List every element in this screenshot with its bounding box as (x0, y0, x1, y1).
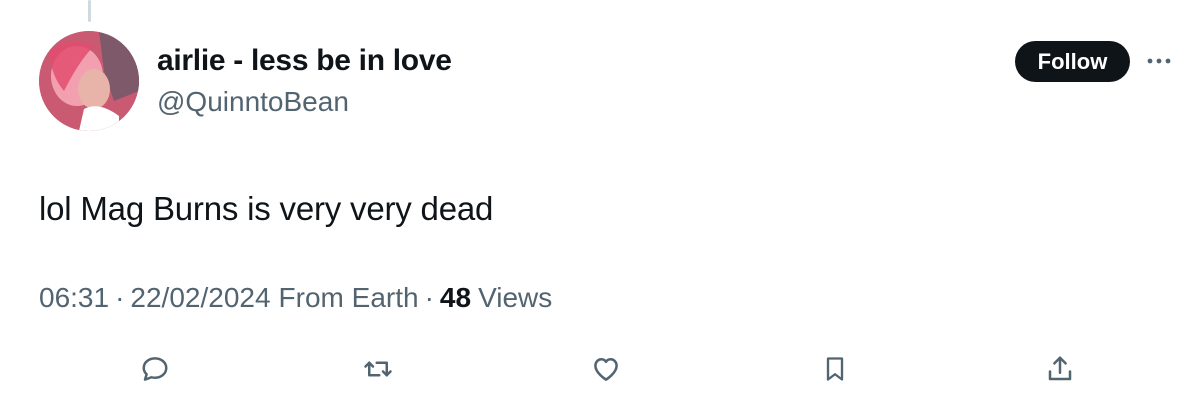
meta-separator: · (424, 282, 434, 313)
like-icon[interactable] (589, 352, 623, 386)
meta-separator: · (115, 282, 125, 313)
thread-connector-line (88, 0, 91, 22)
avatar-image (39, 31, 139, 131)
share-icon[interactable] (1043, 352, 1077, 386)
tweet-source: From Earth (278, 282, 419, 313)
display-name[interactable]: airlie - less be in love (157, 44, 452, 78)
views-label: Views (478, 282, 553, 313)
reply-icon[interactable] (138, 352, 172, 386)
user-handle[interactable]: @QuinntoBean (157, 86, 349, 118)
tweet-date[interactable]: 22/02/2024 (130, 282, 270, 314)
views-count: 48 (439, 282, 472, 313)
follow-button[interactable]: Follow (1015, 41, 1130, 82)
avatar[interactable] (39, 31, 139, 131)
tweet-text: lol Mag Burns is very very dead (39, 190, 494, 227)
retweet-icon[interactable] (361, 352, 395, 386)
more-horizontal-icon[interactable] (1146, 48, 1172, 74)
bookmark-icon[interactable] (818, 352, 852, 386)
tweet-metadata: 06:31 · 22/02/2024 From Earth · 48 Views (39, 282, 552, 314)
tweet-time[interactable]: 06:31 (39, 282, 109, 314)
